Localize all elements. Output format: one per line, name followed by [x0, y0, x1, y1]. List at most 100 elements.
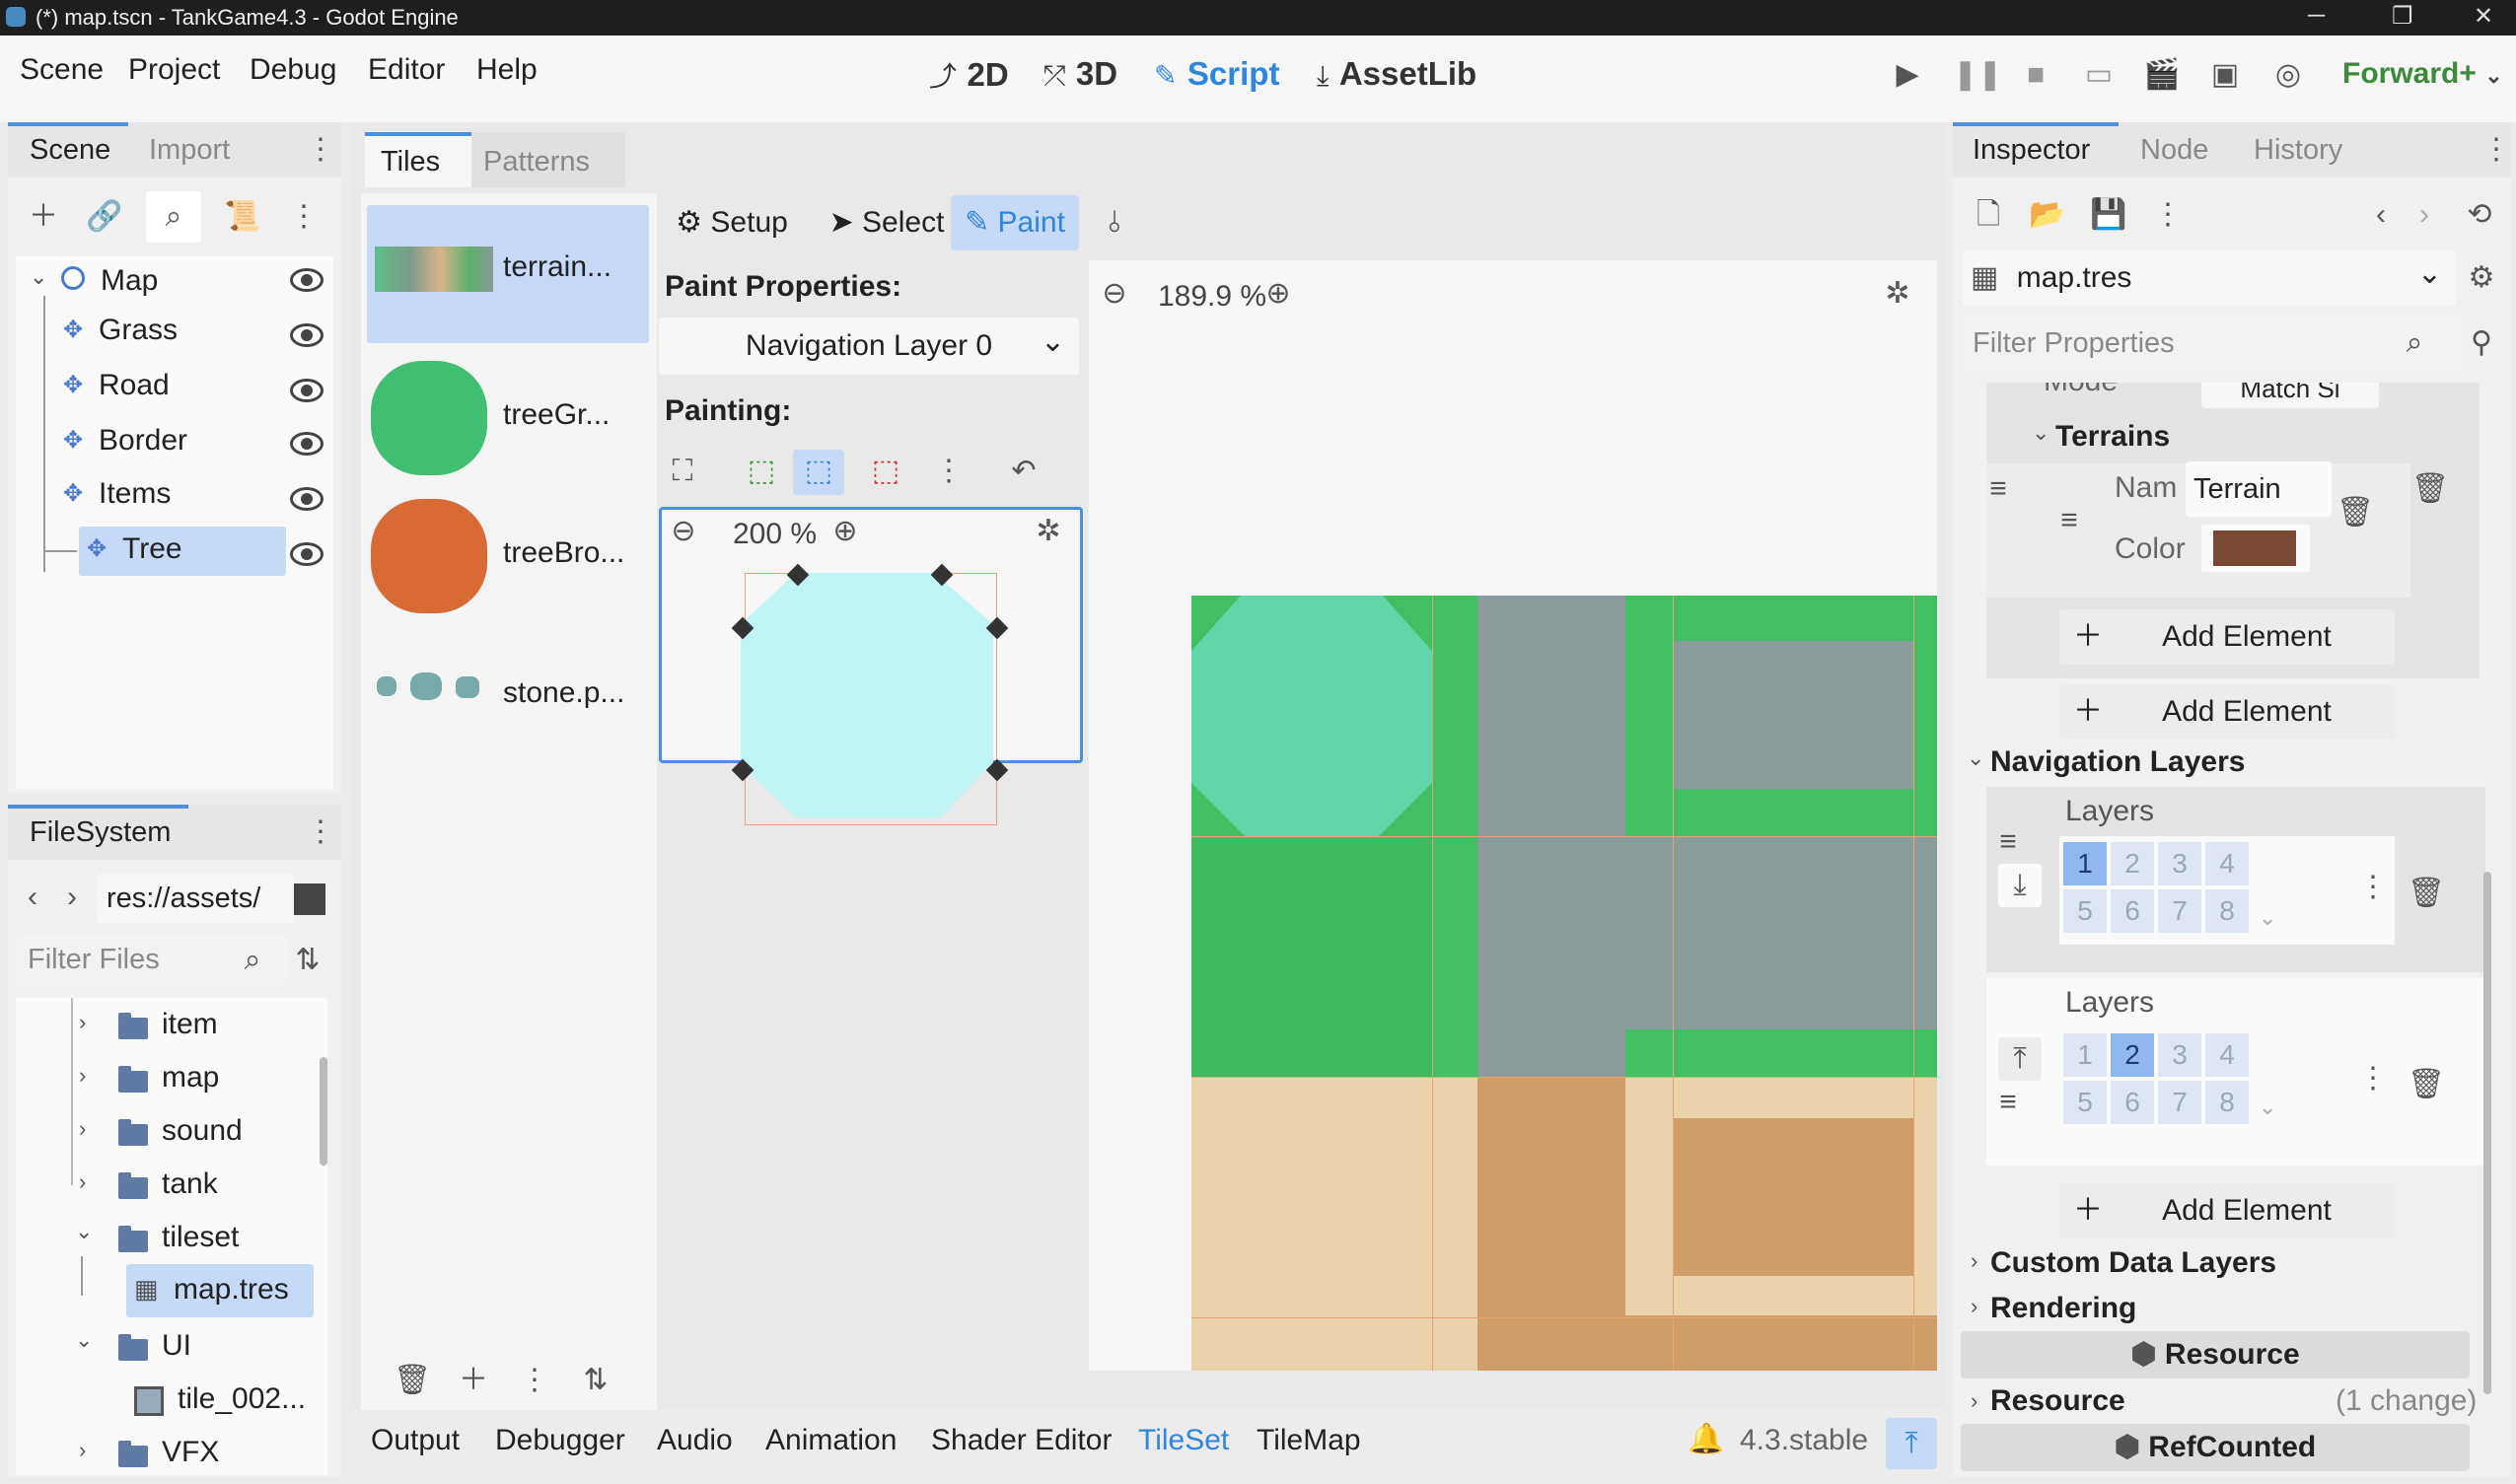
center-view-icon[interactable]: ✲ — [1027, 510, 1070, 553]
fs-item-vfx[interactable]: › VFX — [79, 1434, 302, 1473]
expand-icon[interactable]: ⛶ — [661, 450, 704, 493]
close-icon[interactable]: ✕ — [2474, 2, 2493, 31]
scrollbar[interactable] — [320, 1057, 327, 1166]
chevron-down-icon[interactable]: ⌄ — [1967, 745, 1984, 771]
layer-bit-7[interactable]: 7 — [2158, 889, 2201, 933]
tab-import[interactable]: Import — [149, 134, 230, 167]
mode-dropdown[interactable]: Match Si — [2201, 383, 2379, 408]
bottom-tab-tilemap[interactable]: TileMap — [1257, 1424, 1361, 1457]
mode-2d-button[interactable]: ⤴ 2D — [929, 55, 1009, 95]
more-icon[interactable]: ⋮ — [2351, 866, 2395, 909]
delete-icon[interactable]: 🗑 — [2408, 467, 2452, 511]
delete-points-icon[interactable]: ⬚ — [864, 450, 907, 493]
more-icon[interactable]: ⋮ — [2146, 193, 2190, 237]
drag-handle-icon[interactable]: ≡ — [1986, 1081, 2030, 1124]
menu-editor[interactable]: Editor — [368, 53, 445, 87]
source-terrain[interactable]: terrain... — [367, 205, 649, 343]
fs-item-item[interactable]: › item — [79, 1006, 302, 1045]
select-button[interactable]: ➤ Select — [813, 195, 961, 250]
chevron-right-icon[interactable]: › — [1971, 1388, 1977, 1414]
menu-project[interactable]: Project — [128, 53, 220, 87]
chevron-down-icon[interactable]: ⌄ — [2259, 905, 2276, 931]
mode-assetlib-button[interactable]: ⤓ AssetLib — [1317, 55, 1476, 93]
dock-menu-icon[interactable]: ⋮ — [2481, 128, 2511, 172]
delete-icon[interactable]: 🗑 — [2405, 872, 2448, 915]
tab-node[interactable]: Node — [2140, 134, 2208, 167]
path-field[interactable]: res://assets/ — [97, 874, 294, 923]
fs-item-tile002[interactable]: tile_002... — [134, 1380, 322, 1420]
add-element-button[interactable]: ＋ Add Element — [2059, 684, 2395, 740]
drag-handle-icon[interactable]: ≡ — [1977, 467, 2020, 511]
more-icon[interactable]: ⋮ — [927, 450, 970, 493]
zoom-in-icon[interactable]: ⊕ — [824, 510, 867, 553]
menu-debug[interactable]: Debug — [250, 53, 336, 87]
tab-scene[interactable]: Scene — [30, 134, 110, 167]
bottom-tab-animation[interactable]: Animation — [765, 1424, 897, 1457]
maximize-icon[interactable]: ❐ — [2392, 2, 2413, 31]
delete-source-icon[interactable]: 🗑 — [391, 1359, 434, 1402]
visibility-eye-icon[interactable] — [290, 379, 323, 402]
attach-script-icon[interactable]: 📜 — [221, 195, 264, 239]
play-custom-scene-icon[interactable]: ▣ — [2205, 55, 2245, 95]
zoom-out-icon[interactable]: ⊖ — [1093, 272, 1136, 316]
bottom-tab-tileset[interactable]: TileSet — [1138, 1424, 1229, 1457]
menu-scene[interactable]: Scene — [20, 53, 104, 87]
fs-item-map-tres[interactable]: ▦ map.tres — [126, 1264, 314, 1317]
renderer-dropdown[interactable]: Forward+ ⌄ — [2342, 57, 2503, 91]
delete-icon[interactable]: 🗑 — [2334, 491, 2377, 534]
more-icon[interactable]: ⋮ — [513, 1359, 556, 1402]
source-treebrown[interactable]: treeBro... — [367, 491, 649, 619]
filter-settings-icon[interactable]: ⚲ — [2460, 321, 2503, 365]
search-icon[interactable]: ⌕ — [152, 195, 195, 239]
tree-item-road[interactable]: ✥ Road — [55, 367, 292, 414]
play-scene-icon[interactable]: 🎬 — [2142, 55, 2182, 95]
chevron-down-icon[interactable]: ⌄ — [2032, 420, 2049, 446]
paint-button[interactable]: ✎ Paint — [951, 195, 1079, 250]
save-resource-icon[interactable]: 💾 — [2087, 193, 2130, 237]
split-view-icon[interactable] — [294, 883, 325, 915]
collapse-icon[interactable]: ⌄ — [30, 264, 47, 290]
navigation-layer-dropdown[interactable]: Navigation Layer 0 ⌄ — [659, 318, 1079, 375]
instance-scene-icon[interactable]: 🔗 — [83, 195, 126, 239]
new-resource-icon[interactable]: 🗋 — [1967, 193, 2010, 237]
visibility-eye-icon[interactable] — [290, 542, 323, 566]
sort-icon[interactable]: ⇅ — [286, 939, 329, 982]
layer-bit-2[interactable]: 2 — [2111, 842, 2154, 885]
fs-item-tileset[interactable]: ⌄ tileset — [75, 1219, 302, 1258]
chevron-down-icon[interactable]: ⌄ — [2259, 1095, 2276, 1120]
refcounted-section-header[interactable]: ⬢ RefCounted — [1961, 1424, 2470, 1471]
bottom-tab-debugger[interactable]: Debugger — [495, 1424, 625, 1457]
history-forward-icon[interactable]: › — [2403, 193, 2446, 237]
layer-bit-4[interactable]: 4 — [2205, 1033, 2249, 1077]
history-back-icon[interactable]: ‹ — [2359, 193, 2403, 237]
rendering-label[interactable]: Rendering — [1990, 1292, 2136, 1325]
custom-data-layers-label[interactable]: Custom Data Layers — [1990, 1246, 2276, 1280]
more-icon[interactable]: ⋮ — [282, 195, 325, 239]
layer-bit-1[interactable]: 1 — [2063, 842, 2107, 885]
tab-filesystem[interactable]: FileSystem — [30, 816, 171, 849]
tab-tiles[interactable]: Tiles — [381, 146, 440, 178]
movie-maker-icon[interactable]: ◎ — [2268, 55, 2308, 95]
layer-bit-3[interactable]: 3 — [2158, 842, 2201, 885]
bell-icon[interactable]: 🔔 — [1685, 1418, 1728, 1461]
inspector-scrollbar[interactable] — [2483, 872, 2491, 1394]
visibility-eye-icon[interactable] — [290, 432, 323, 456]
layer-bit-1[interactable]: 1 — [2063, 1033, 2107, 1077]
tab-patterns[interactable]: Patterns — [483, 146, 590, 178]
drag-handle-icon[interactable]: ≡ — [1986, 820, 2030, 864]
dock-menu-icon[interactable]: ⋮ — [306, 811, 335, 854]
layer-bit-5[interactable]: 5 — [2063, 889, 2107, 933]
more-icon[interactable]: ⋮ — [2351, 1057, 2395, 1100]
layer-bit-8[interactable]: 8 — [2205, 1081, 2249, 1124]
move-down-icon[interactable]: ⤓ — [1998, 864, 2042, 907]
remote-debug-icon[interactable]: ▭ — [2079, 55, 2119, 95]
source-stone[interactable]: stone.p... — [367, 631, 649, 759]
menu-help[interactable]: Help — [476, 53, 538, 87]
layer-bit-4[interactable]: 4 — [2205, 842, 2249, 885]
chevron-right-icon[interactable]: › — [1971, 1248, 1977, 1274]
move-up-icon[interactable]: ⤒ — [1998, 1037, 2042, 1081]
center-view-icon[interactable]: ✲ — [1876, 272, 1919, 316]
bottom-tab-shader-editor[interactable]: Shader Editor — [931, 1424, 1112, 1457]
tree-root-map[interactable]: Map — [101, 264, 158, 298]
visibility-eye-icon[interactable] — [290, 323, 323, 347]
